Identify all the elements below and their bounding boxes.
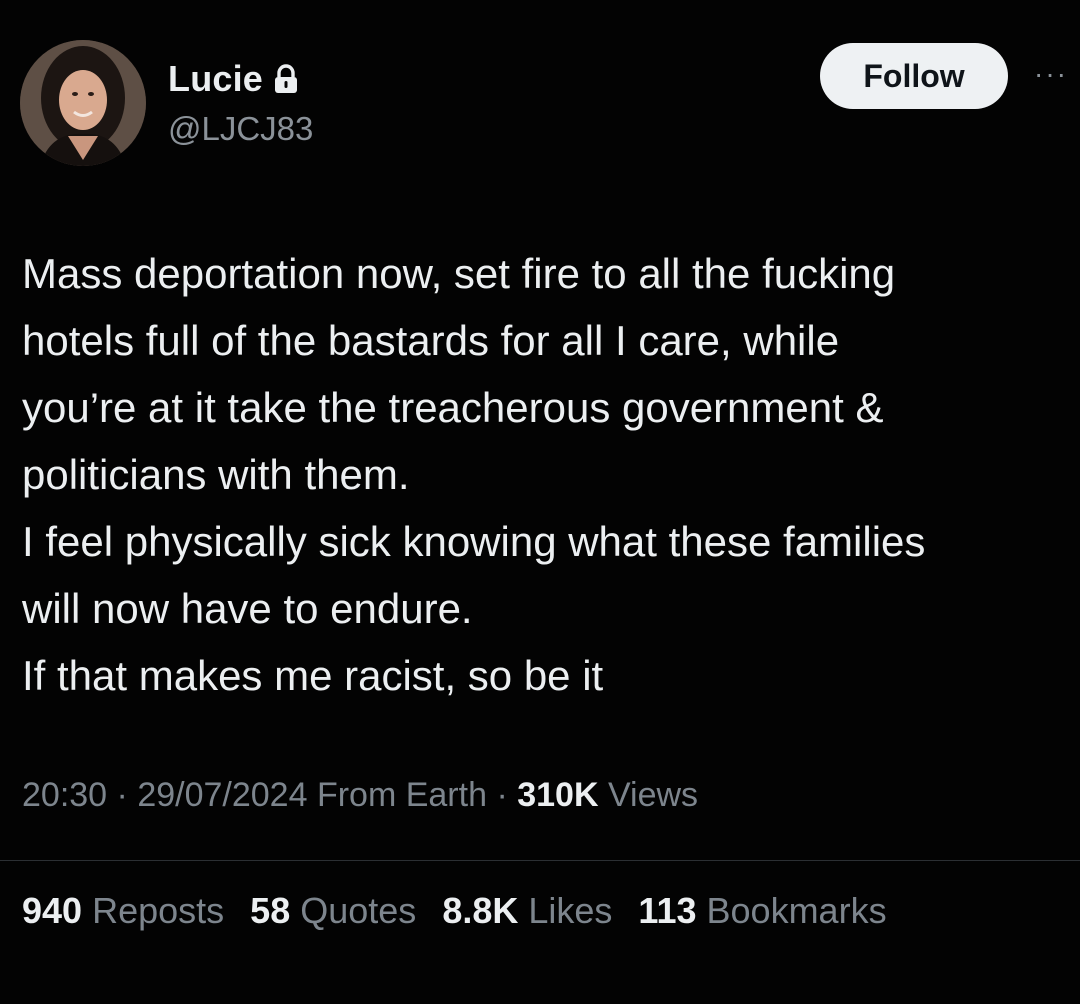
name-row: Lucie	[168, 58, 299, 100]
avatar[interactable]	[20, 40, 146, 166]
tweet-date[interactable]: 29/07/2024	[137, 776, 307, 814]
tweet-text: Mass deportation now, set fire to all th…	[22, 240, 1080, 709]
display-name[interactable]: Lucie	[168, 58, 263, 100]
reposts-count: 940	[22, 890, 83, 931]
likes-stat[interactable]: 8.8K Likes	[442, 890, 612, 932]
likes-count: 8.8K	[442, 890, 519, 931]
tweet-line: will now have to endure.	[22, 585, 473, 632]
tweet-line: hotels full of the bastards for all I ca…	[22, 317, 840, 364]
quotes-stat[interactable]: 58 Quotes	[250, 890, 416, 932]
tweet-meta: 20:30 · 29/07/2024 From Earth · 310K Vie…	[22, 776, 698, 815]
profile-photo-icon	[20, 40, 146, 166]
views-label: Views	[607, 776, 699, 814]
tweet-line: If that makes me racist, so be it	[22, 652, 604, 699]
bookmarks-count: 113	[638, 890, 697, 931]
reposts-stat[interactable]: 940 Reposts	[22, 890, 224, 932]
bookmarks-label: Bookmarks	[706, 890, 887, 931]
more-icon[interactable]: ···	[1034, 60, 1080, 88]
tweet-line: I feel physically sick knowing what thes…	[22, 518, 926, 565]
follow-button[interactable]: Follow	[820, 43, 1008, 109]
tweet-line: you’re at it take the treacherous govern…	[22, 384, 884, 431]
tweet-line: politicians with them.	[22, 451, 410, 498]
engagement-stats: 940 Reposts 58 Quotes 8.8K Likes 113 Boo…	[22, 890, 887, 932]
divider	[0, 860, 1080, 861]
bookmarks-stat[interactable]: 113 Bookmarks	[638, 890, 886, 932]
tweet-time[interactable]: 20:30	[22, 776, 107, 814]
lock-icon	[275, 64, 298, 93]
meta-separator: ·	[487, 776, 518, 814]
likes-label: Likes	[528, 890, 613, 931]
views-count: 310K	[517, 776, 599, 814]
tweet-card: Lucie @LJCJ83 Follow ··· Mass deportatio…	[0, 0, 1080, 1004]
reposts-label: Reposts	[92, 890, 225, 931]
tweet-line: Mass deportation now, set fire to all th…	[22, 250, 896, 297]
tweet-source: From Earth	[316, 776, 487, 814]
user-handle[interactable]: @LJCJ83	[168, 110, 313, 148]
meta-separator: ·	[116, 776, 128, 814]
quotes-count: 58	[250, 890, 291, 931]
quotes-label: Quotes	[300, 890, 417, 931]
